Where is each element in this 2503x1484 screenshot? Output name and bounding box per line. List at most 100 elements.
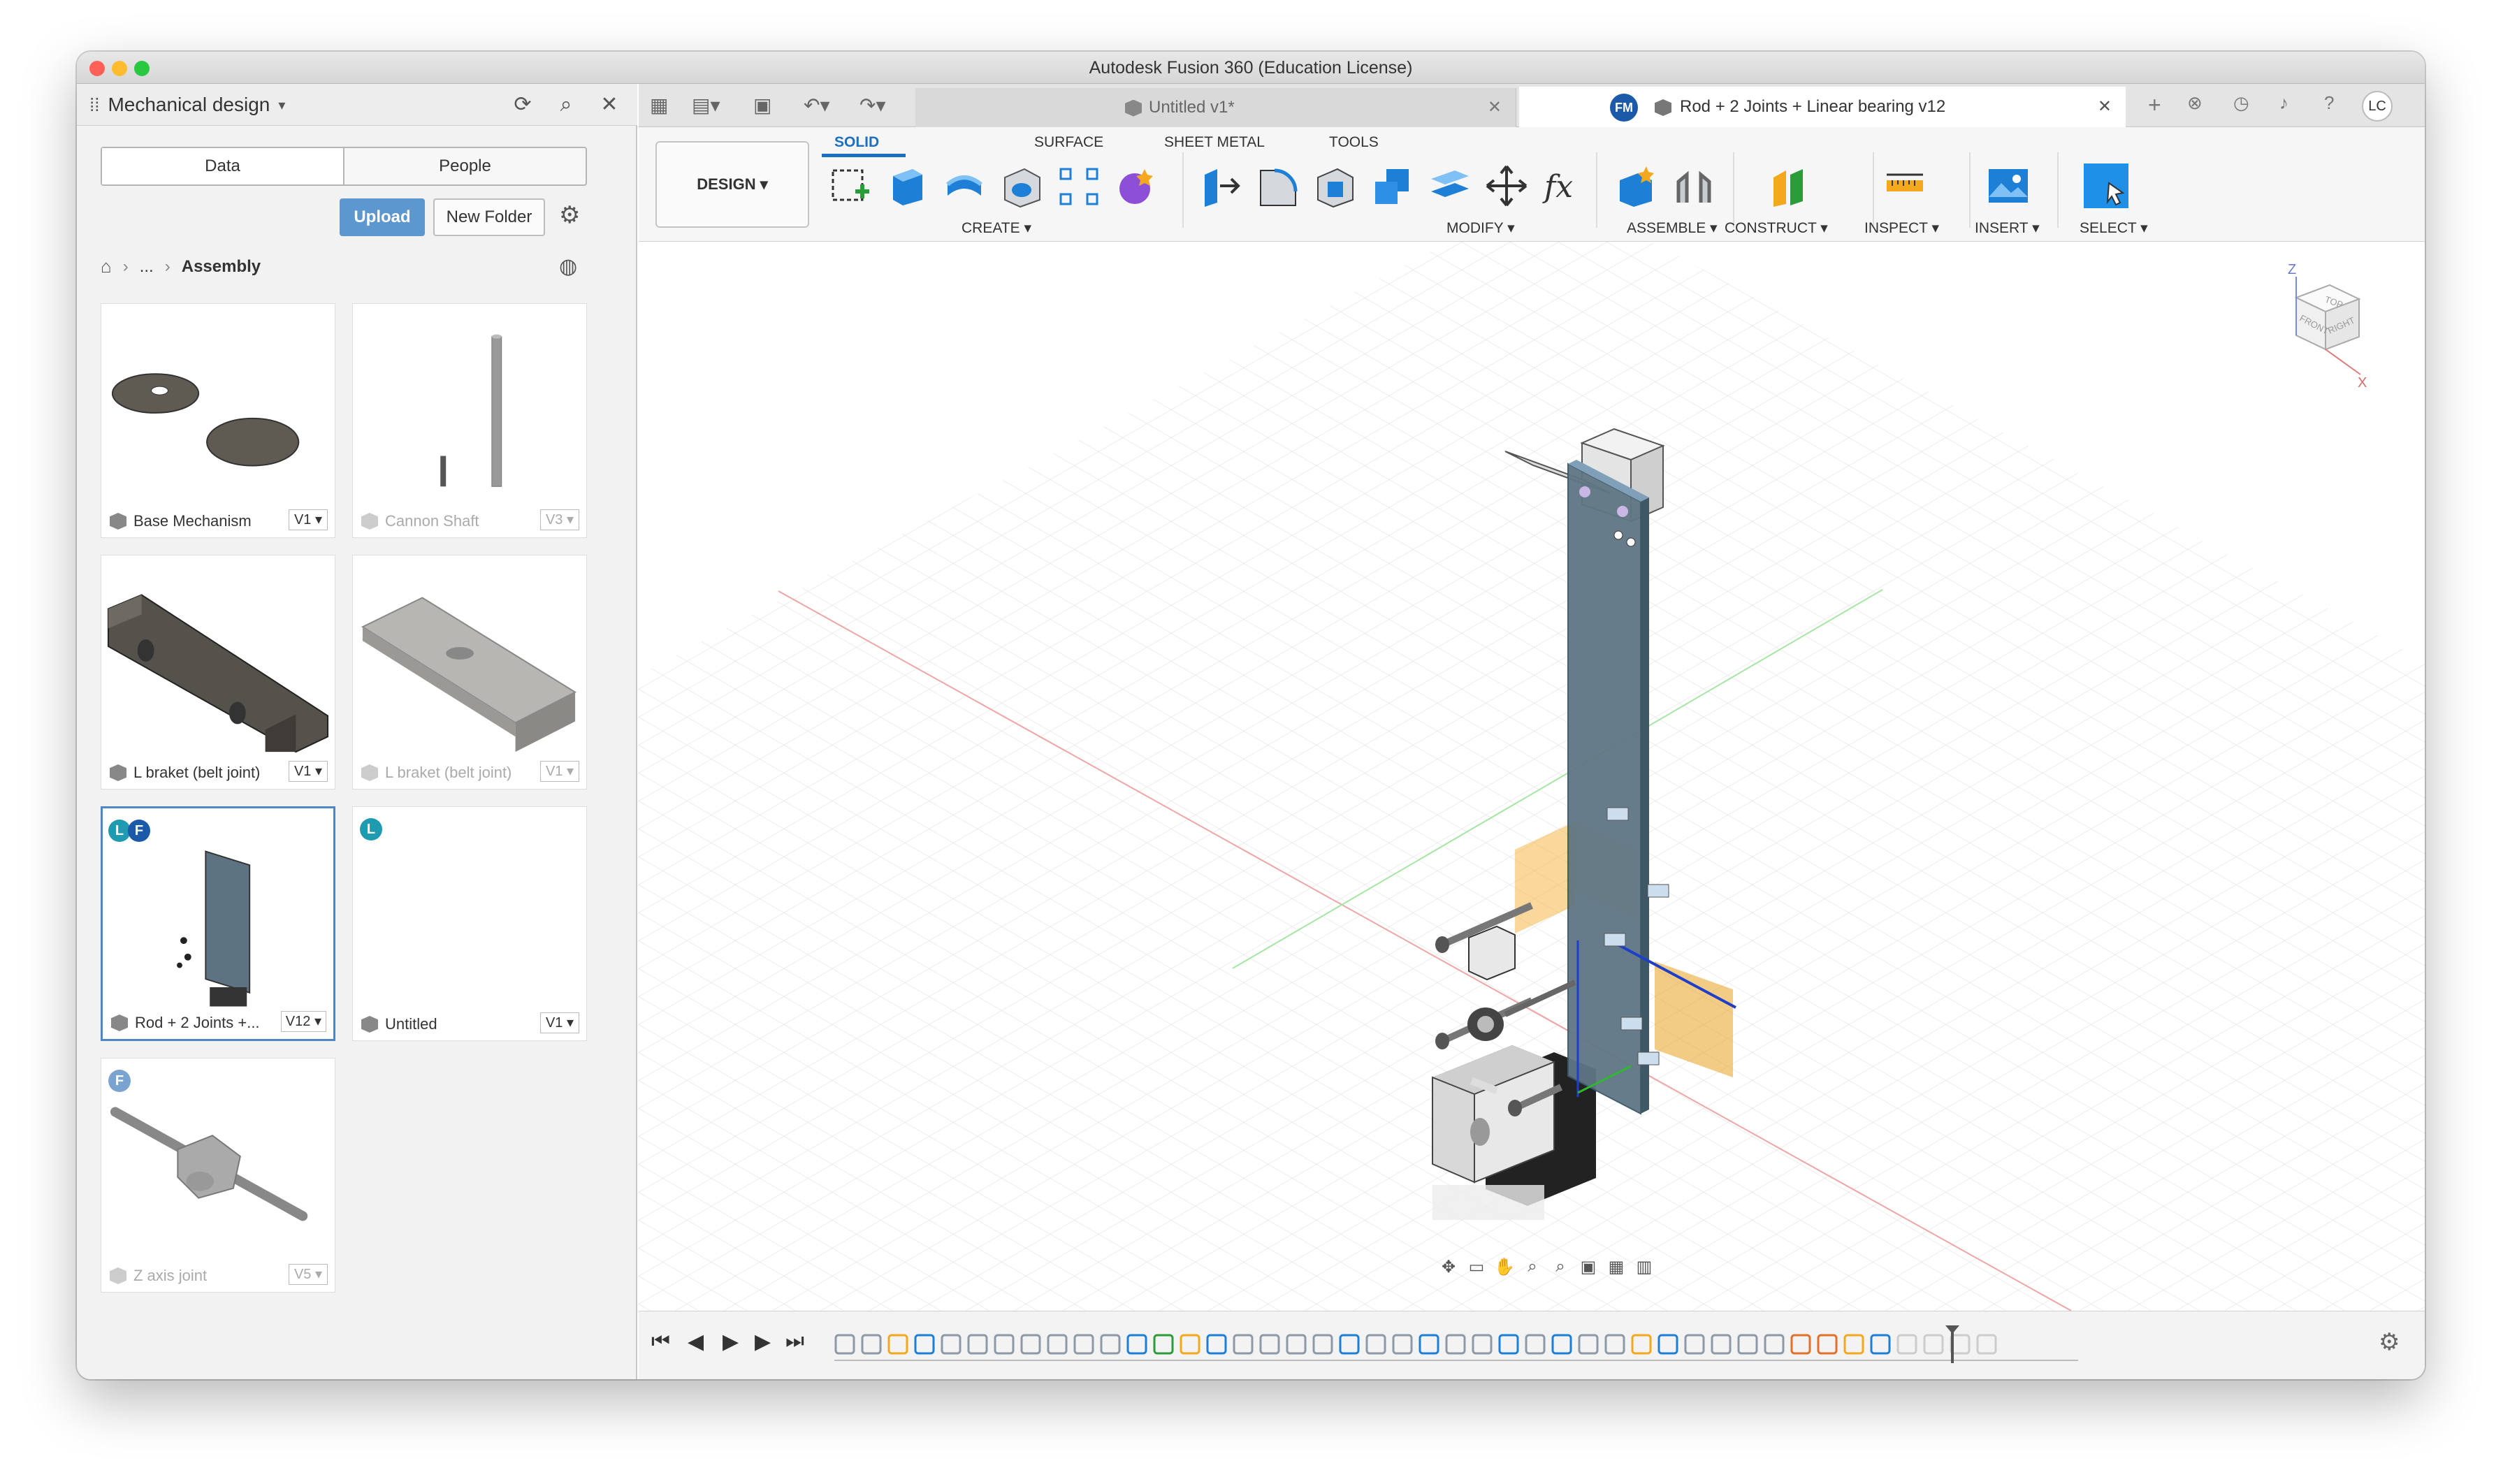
fillet-icon[interactable] xyxy=(1255,163,1300,208)
tab-active-document[interactable]: FM Rod + 2 Joints + Linear bearing v12 ✕ xyxy=(1519,87,2126,127)
grid-settings-icon[interactable]: ▦ xyxy=(1606,1257,1627,1277)
file-card[interactable]: L F Rod + 2 Joints +... V12 ▾ xyxy=(101,806,335,1041)
timeline-feature[interactable] xyxy=(887,1334,908,1355)
timeline-feature[interactable] xyxy=(1286,1334,1307,1355)
version-dropdown[interactable]: V5 ▾ xyxy=(289,1264,328,1285)
pattern-icon[interactable] xyxy=(1057,163,1101,208)
workspace-switcher[interactable]: DESIGN ▾ xyxy=(655,141,809,228)
timeline-feature[interactable] xyxy=(1711,1334,1732,1355)
refresh-icon[interactable]: ⟳ xyxy=(510,92,535,117)
timeline-feature[interactable] xyxy=(1126,1334,1147,1355)
tab-data[interactable]: Data xyxy=(102,148,344,184)
tab-solid[interactable]: SOLID xyxy=(834,134,879,151)
breadcrumb-ellipsis[interactable]: ... xyxy=(140,257,154,277)
timeline-feature[interactable] xyxy=(1020,1334,1041,1355)
timeline-feature[interactable] xyxy=(1153,1334,1174,1355)
insert-menu[interactable]: INSERT ▾ xyxy=(1975,219,2040,237)
timeline-feature[interactable] xyxy=(1604,1334,1625,1355)
timeline-feature[interactable] xyxy=(1631,1334,1652,1355)
file-card[interactable]: Cannon Shaft V3 ▾ xyxy=(352,303,587,538)
timeline-feature[interactable] xyxy=(1445,1334,1466,1355)
new-folder-button[interactable]: New Folder xyxy=(433,198,545,236)
offset-face-icon[interactable] xyxy=(1427,163,1472,208)
timeline-feature[interactable] xyxy=(834,1334,855,1355)
gear-icon[interactable]: ⚙ xyxy=(559,201,580,229)
move-icon[interactable] xyxy=(1484,163,1529,208)
hole-icon[interactable] xyxy=(999,163,1044,208)
extension-icon[interactable]: ⊗ xyxy=(2187,92,2203,114)
view-cube[interactable]: TOP FRONT RIGHT Z X xyxy=(2288,262,2367,391)
modify-menu[interactable]: MODIFY ▾ xyxy=(1446,219,1515,237)
create-sketch-icon[interactable] xyxy=(827,163,872,208)
timeline-feature[interactable] xyxy=(1551,1334,1572,1355)
timeline-feature[interactable] xyxy=(1259,1334,1280,1355)
version-dropdown[interactable]: V12 ▾ xyxy=(280,1011,326,1032)
tab-people[interactable]: People xyxy=(344,148,586,184)
file-card[interactable]: F Z axis joint V5 ▾ xyxy=(101,1058,335,1293)
timeline-feature[interactable] xyxy=(1870,1334,1891,1355)
viewports-icon[interactable]: ▥ xyxy=(1634,1257,1655,1277)
redo-icon[interactable]: ↷▾ xyxy=(859,94,886,117)
timeline-feature[interactable] xyxy=(1419,1334,1439,1355)
file-card[interactable]: L braket (belt joint) V1 ▾ xyxy=(101,555,335,790)
orbit-icon[interactable]: ✥ xyxy=(1438,1257,1459,1277)
timeline-feature[interactable] xyxy=(1896,1334,1917,1355)
timeline-feature[interactable] xyxy=(1365,1334,1386,1355)
timeline-feature[interactable] xyxy=(1923,1334,1944,1355)
version-dropdown[interactable]: V1 ▾ xyxy=(540,761,579,782)
timeline-feature[interactable] xyxy=(1073,1334,1094,1355)
timeline-feature[interactable] xyxy=(1737,1334,1758,1355)
timeline-feature[interactable] xyxy=(1498,1334,1519,1355)
file-card[interactable]: Base Mechanism V1 ▾ xyxy=(101,303,335,538)
timeline-feature[interactable] xyxy=(994,1334,1015,1355)
bell-icon[interactable]: ♪ xyxy=(2279,92,2288,114)
timeline-features[interactable] xyxy=(834,1325,2078,1367)
user-avatar[interactable]: LC xyxy=(2362,91,2393,122)
timeline-feature[interactable] xyxy=(1233,1334,1254,1355)
insert-image-icon[interactable] xyxy=(1986,163,2031,208)
timeline-feature[interactable] xyxy=(1206,1334,1227,1355)
close-icon[interactable]: ✕ xyxy=(597,92,622,117)
timeline-feature[interactable] xyxy=(1525,1334,1546,1355)
play-icon[interactable]: ▶ xyxy=(723,1330,739,1354)
timeline-feature[interactable] xyxy=(1764,1334,1785,1355)
version-dropdown[interactable]: V3 ▾ xyxy=(540,509,579,530)
gear-icon[interactable]: ⚙ xyxy=(2379,1328,2400,1356)
press-pull-icon[interactable] xyxy=(1198,163,1242,208)
help-icon[interactable]: ? xyxy=(2324,92,2334,114)
timeline-feature[interactable] xyxy=(967,1334,988,1355)
timeline-feature[interactable] xyxy=(1392,1334,1413,1355)
tab-untitled[interactable]: Untitled v1* ✕ xyxy=(915,88,1516,127)
form-icon[interactable] xyxy=(1114,163,1159,208)
look-at-icon[interactable]: ▭ xyxy=(1466,1257,1487,1277)
construct-menu[interactable]: CONSTRUCT ▾ xyxy=(1725,219,1828,237)
go-to-start-icon[interactable]: ⏮ xyxy=(651,1330,670,1353)
pan-icon[interactable]: ✋ xyxy=(1494,1257,1515,1277)
3d-viewport[interactable]: TOP FRONT RIGHT Z X ✥ ▭ ✋ ⌕ ⌕ ▣ ▦ ▥ xyxy=(639,242,2425,1311)
globe-icon[interactable]: ◍ xyxy=(559,254,577,279)
extrude-icon[interactable] xyxy=(885,163,929,208)
timeline-feature[interactable] xyxy=(1657,1334,1678,1355)
clock-icon[interactable]: ◷ xyxy=(2233,92,2249,114)
version-dropdown[interactable]: V1 ▾ xyxy=(289,509,328,530)
close-window-button[interactable] xyxy=(89,61,105,76)
timeline-feature[interactable] xyxy=(1312,1334,1333,1355)
timeline-feature[interactable] xyxy=(1817,1334,1838,1355)
close-icon[interactable]: ✕ xyxy=(1488,88,1502,127)
tab-tools[interactable]: TOOLS xyxy=(1329,134,1379,151)
new-tab-button[interactable]: + xyxy=(2148,92,2161,118)
home-icon[interactable]: ⌂ xyxy=(101,256,112,277)
undo-icon[interactable]: ↶▾ xyxy=(804,94,830,117)
timeline-feature[interactable] xyxy=(1100,1334,1121,1355)
grid-icon[interactable]: ▦ xyxy=(650,94,668,117)
timeline-feature[interactable] xyxy=(1578,1334,1599,1355)
inspect-menu[interactable]: INSPECT ▾ xyxy=(1864,219,1939,237)
timeline-feature[interactable] xyxy=(1843,1334,1864,1355)
search-icon[interactable]: ⌕ xyxy=(553,92,579,117)
timeline-feature[interactable] xyxy=(1684,1334,1705,1355)
tab-surface[interactable]: SURFACE xyxy=(1034,134,1103,151)
timeline-feature[interactable] xyxy=(1472,1334,1493,1355)
step-forward-icon[interactable]: ▶ xyxy=(755,1330,771,1354)
go-to-end-icon[interactable]: ⏭ xyxy=(785,1330,804,1353)
save-icon[interactable]: ▣ xyxy=(753,94,771,117)
